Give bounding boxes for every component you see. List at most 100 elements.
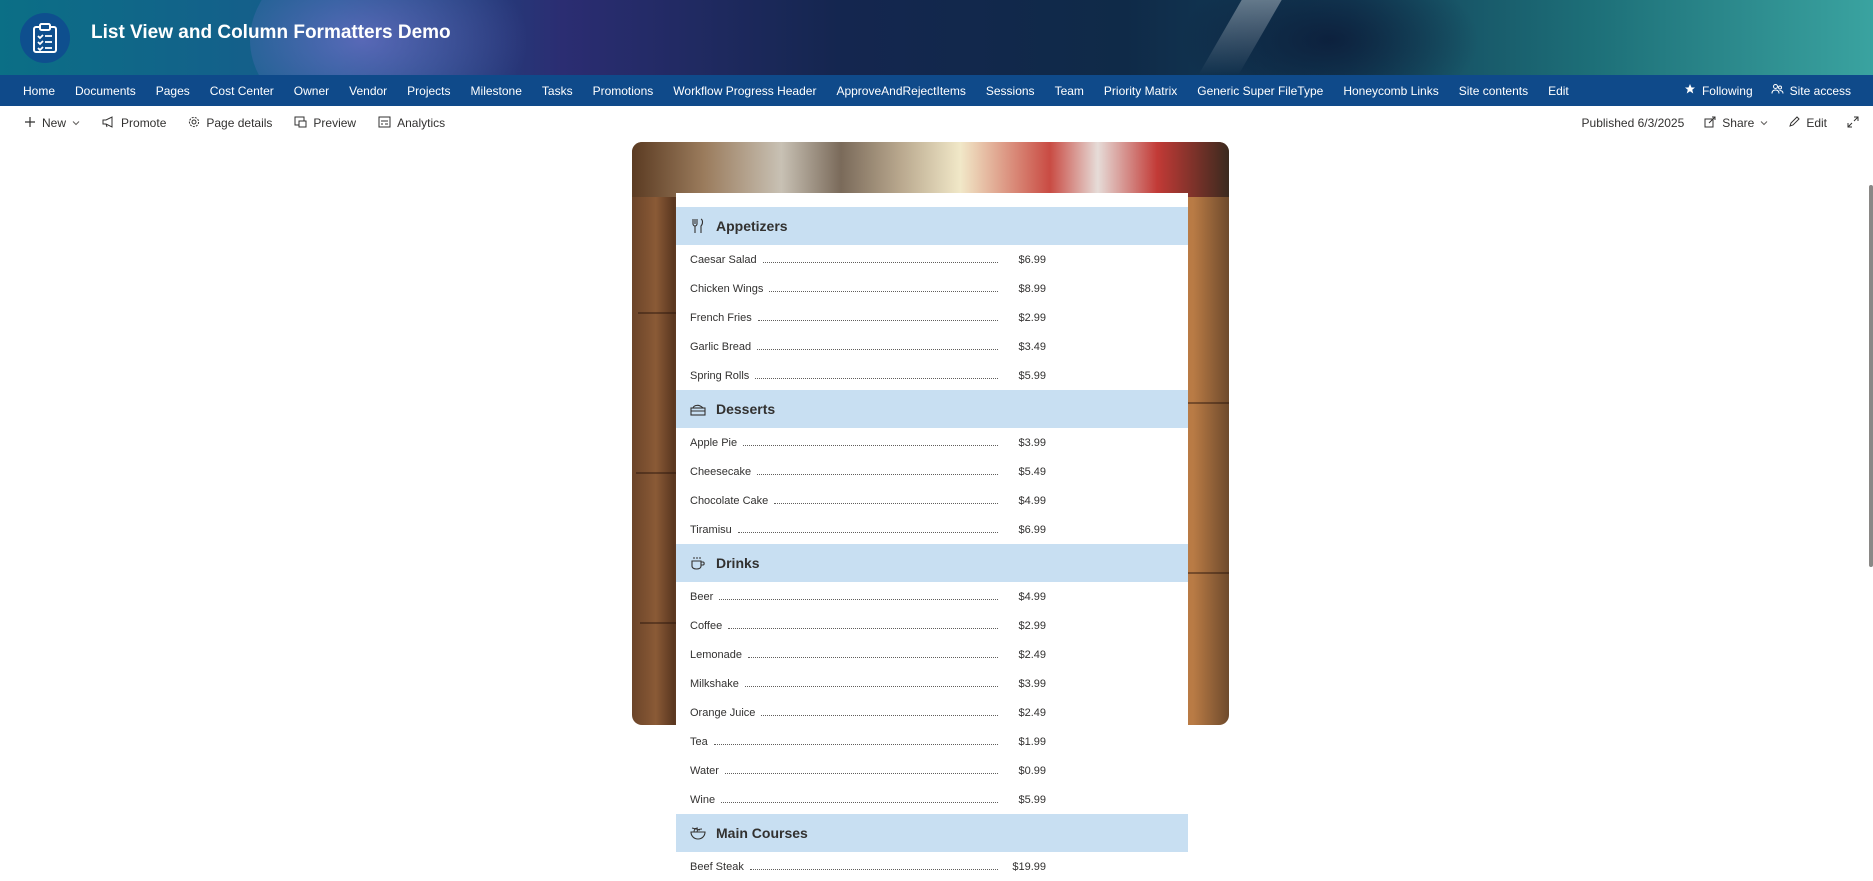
menu-item-name: Apple Pie: [690, 436, 738, 449]
menu-item-name: Wine: [690, 793, 716, 806]
menu-item-price: $3.99: [1018, 436, 1046, 449]
menu-item-row[interactable]: Beef Steak $19.99: [676, 852, 1188, 881]
nav-item-milestone[interactable]: Milestone: [461, 84, 532, 98]
page-details-button[interactable]: Page details: [188, 116, 272, 131]
nav-item-team[interactable]: Team: [1045, 84, 1094, 98]
nav-item-cost-center[interactable]: Cost Center: [200, 84, 284, 98]
section-title: Drinks: [716, 555, 760, 571]
menu-item-row[interactable]: Milkshake $3.99: [676, 669, 1188, 698]
site-logo-clipboard-icon[interactable]: [20, 13, 70, 63]
menu-item-name: Spring Rolls: [690, 369, 750, 382]
following-button[interactable]: Following: [1684, 83, 1753, 98]
menu-item-price: $2.99: [1018, 619, 1046, 632]
menu-item-row[interactable]: Water $0.99: [676, 756, 1188, 785]
nav-item-documents[interactable]: Documents: [65, 84, 146, 98]
menu-item-name: Tea: [690, 735, 708, 748]
menu-item-row[interactable]: Orange Juice $2.49: [676, 698, 1188, 727]
nav-item-promotions[interactable]: Promotions: [583, 84, 664, 98]
preview-icon: [294, 116, 307, 131]
nav-item-edit[interactable]: Edit: [1538, 84, 1579, 98]
menu-item-price: $19.99: [1012, 860, 1046, 873]
menu-item-price: $1.99: [1018, 735, 1046, 748]
site-title[interactable]: List View and Column Formatters Demo: [91, 22, 451, 44]
menu-item-price: $2.49: [1018, 706, 1046, 719]
menu-item-name: Tiramisu: [690, 523, 732, 536]
nav-item-honeycomb-links[interactable]: Honeycomb Links: [1333, 84, 1448, 98]
analytics-icon: [378, 116, 391, 131]
dot-leader: [737, 532, 998, 533]
command-bar: New Promote Page details Preview Analyti…: [0, 106, 1873, 140]
nav-item-vendor[interactable]: Vendor: [339, 84, 397, 98]
food-photo-top: [632, 142, 1229, 197]
preview-button[interactable]: Preview: [294, 116, 356, 131]
nav-item-projects[interactable]: Projects: [397, 84, 460, 98]
menu-item-price: $0.99: [1018, 764, 1046, 777]
section-title: Appetizers: [716, 218, 788, 234]
menu-item-row[interactable]: Coffee $2.99: [676, 611, 1188, 640]
chevron-down-icon: [1760, 116, 1768, 130]
menu-item-row[interactable]: Cheesecake $5.49: [676, 457, 1188, 486]
menu-item-price: $3.99: [1018, 677, 1046, 690]
nav-item-pages[interactable]: Pages: [146, 84, 200, 98]
nav-links: Home Documents Pages Cost Center Owner Vendor…: [13, 75, 1579, 106]
page-scrollbar[interactable]: [1869, 185, 1873, 567]
edit-button[interactable]: Edit: [1788, 115, 1827, 131]
megaphone-icon: [102, 115, 115, 131]
gear-icon: [188, 116, 200, 131]
dot-leader: [757, 474, 999, 475]
menu-item-row[interactable]: Apple Pie $3.99: [676, 428, 1188, 457]
dot-leader: [757, 320, 998, 321]
menu-item-name: Coffee: [690, 619, 723, 632]
site-access-button[interactable]: Site access: [1771, 83, 1851, 98]
page-details-label: Page details: [206, 116, 273, 130]
menu-item-row[interactable]: Lemonade $2.49: [676, 640, 1188, 669]
share-icon: [1704, 116, 1716, 131]
menu-item-price: $5.49: [1018, 465, 1046, 478]
dot-leader: [713, 744, 998, 745]
nav-item-home[interactable]: Home: [13, 84, 65, 98]
menu-item-row[interactable]: Wine $5.99: [676, 785, 1188, 814]
menu-item-name: Orange Juice: [690, 706, 756, 719]
menu-item-row[interactable]: Garlic Bread $3.49: [676, 332, 1188, 361]
menu-item-row[interactable]: Tiramisu $6.99: [676, 515, 1188, 544]
nav-actions: Following Site access: [1684, 75, 1851, 106]
nav-item-generic-super-filetype[interactable]: Generic Super FileType: [1187, 84, 1333, 98]
menu-item-price: $3.49: [1018, 340, 1046, 353]
section-header-main-courses: Main Courses: [676, 814, 1188, 852]
nav-item-approveandrejectitems[interactable]: ApproveAndRejectItems: [826, 84, 975, 98]
expand-button[interactable]: [1847, 116, 1859, 131]
section-title: Desserts: [716, 401, 776, 417]
dot-leader: [748, 657, 998, 658]
section-title: Main Courses: [716, 825, 808, 841]
promote-button[interactable]: Promote: [102, 115, 166, 131]
published-label: Published 6/3/2025: [1581, 116, 1685, 130]
share-button[interactable]: Share: [1704, 116, 1768, 131]
menu-item-row[interactable]: French Fries $2.99: [676, 303, 1188, 332]
menu-item-row[interactable]: Chocolate Cake $4.99: [676, 486, 1188, 515]
section-header-appetizers: Appetizers: [676, 207, 1188, 245]
dot-leader: [749, 869, 998, 870]
nav-item-sessions[interactable]: Sessions: [976, 84, 1045, 98]
menu-item-name: Garlic Bread: [690, 340, 752, 353]
dot-leader: [769, 291, 999, 292]
nav-item-owner[interactable]: Owner: [284, 84, 339, 98]
top-navigation: Home Documents Pages Cost Center Owner Vendor…: [0, 75, 1873, 106]
menu-item-row[interactable]: Tea $1.99: [676, 727, 1188, 756]
edit-label: Edit: [1806, 116, 1827, 130]
dot-leader: [761, 715, 999, 716]
fork-knife-icon: [680, 218, 716, 234]
nav-item-workflow-progress-header[interactable]: Workflow Progress Header: [663, 84, 826, 98]
menu-item-name: Beer: [690, 590, 714, 603]
nav-item-tasks[interactable]: Tasks: [532, 84, 583, 98]
new-button[interactable]: New: [24, 116, 80, 131]
nav-item-site-contents[interactable]: Site contents: [1449, 84, 1538, 98]
menu-item-row[interactable]: Chicken Wings $8.99: [676, 274, 1188, 303]
dot-leader: [757, 349, 999, 350]
analytics-button[interactable]: Analytics: [378, 116, 445, 131]
nav-item-priority-matrix[interactable]: Priority Matrix: [1094, 84, 1187, 98]
site-header-banner: List View and Column Formatters Demo: [0, 0, 1873, 75]
menu-item-row[interactable]: Spring Rolls $5.99: [676, 361, 1188, 390]
menu-item-row[interactable]: Caesar Salad $6.99: [676, 245, 1188, 274]
menu-item-row[interactable]: Beer $4.99: [676, 582, 1188, 611]
chevron-down-icon: [72, 116, 80, 130]
